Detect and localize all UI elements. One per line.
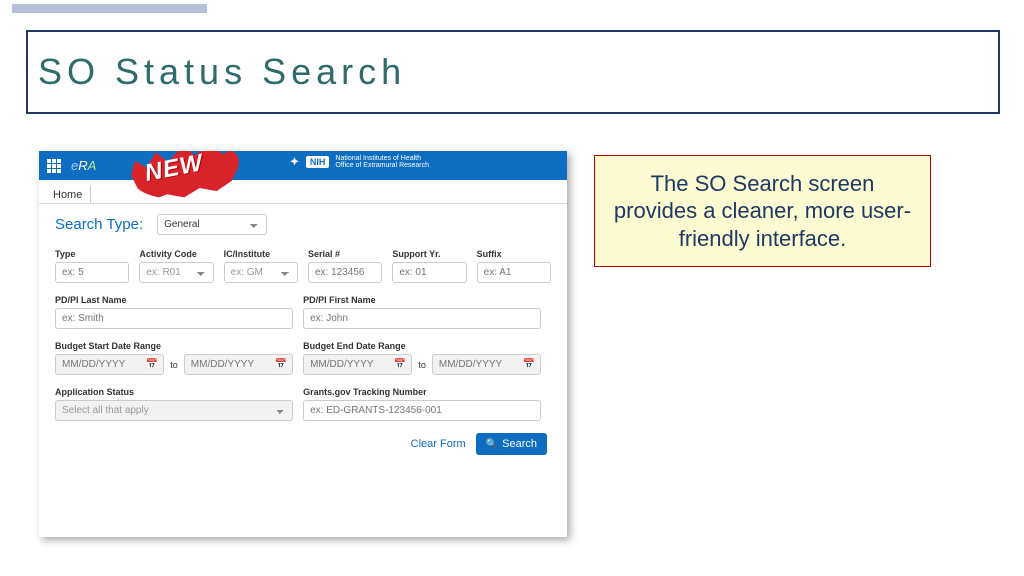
calendar-icon[interactable]: 📅 [394,359,406,370]
clear-form-button[interactable]: Clear Form [411,433,466,455]
search-icon: 🔍 [486,439,498,450]
type-label: Type [55,249,129,259]
budget-end-label: Budget End Date Range [303,341,541,351]
pi-last-input[interactable] [55,308,293,329]
nih-line2: Office of Extramural Research [335,162,429,169]
callout-text: The SO Search screen provides a cleaner,… [607,170,918,253]
serial-input[interactable] [308,262,382,283]
slide-title: SO Status Search [38,51,406,93]
pi-first-label: PD/PI First Name [303,295,541,305]
suffix-label: Suffix [477,249,551,259]
title-box: SO Status Search [26,30,1000,114]
search-button[interactable]: 🔍Search [476,433,547,455]
ic-select[interactable]: ex: GM [224,262,298,283]
to-label: to [418,360,426,370]
support-label: Support Yr. [392,249,466,259]
support-input[interactable] [392,262,466,283]
tab-bar: Home [39,180,567,204]
activity-select[interactable]: ex: R01 [139,262,213,283]
nih-line1: National Institutes of Health [335,155,429,162]
search-type-select[interactable]: General [157,214,267,235]
type-input[interactable] [55,262,129,283]
nih-badge: NIH [306,156,330,168]
app-header: eRA ✦ NIH National Institutes of Health … [39,151,567,180]
tab-home[interactable]: Home [45,186,91,203]
calendar-icon[interactable]: 📅 [523,359,535,370]
pi-last-label: PD/PI Last Name [55,295,293,305]
budget-start-label: Budget Start Date Range [55,341,293,351]
serial-label: Serial # [308,249,382,259]
search-form: Search Type: General Type Activity Code e… [39,204,567,465]
tracking-label: Grants.gov Tracking Number [303,387,541,397]
nih-branding: ✦ NIH National Institutes of Health Offi… [289,154,429,170]
hhs-icon: ✦ [289,154,300,170]
search-type-label: Search Type: [55,216,143,233]
app-status-label: Application Status [55,387,293,397]
app-status-select[interactable]: Select all that apply [55,400,293,421]
tracking-input[interactable] [303,400,541,421]
era-logo: eRA [71,158,96,173]
app-screenshot: eRA ✦ NIH National Institutes of Health … [39,151,567,537]
suffix-input[interactable] [477,262,551,283]
accent-bar [12,4,207,13]
to-label: to [170,360,178,370]
activity-label: Activity Code [139,249,213,259]
callout-box: The SO Search screen provides a cleaner,… [594,155,931,267]
calendar-icon[interactable]: 📅 [146,359,158,370]
calendar-icon[interactable]: 📅 [275,359,287,370]
ic-label: IC/Institute [224,249,298,259]
apps-grid-icon[interactable] [47,159,61,173]
pi-first-input[interactable] [303,308,541,329]
